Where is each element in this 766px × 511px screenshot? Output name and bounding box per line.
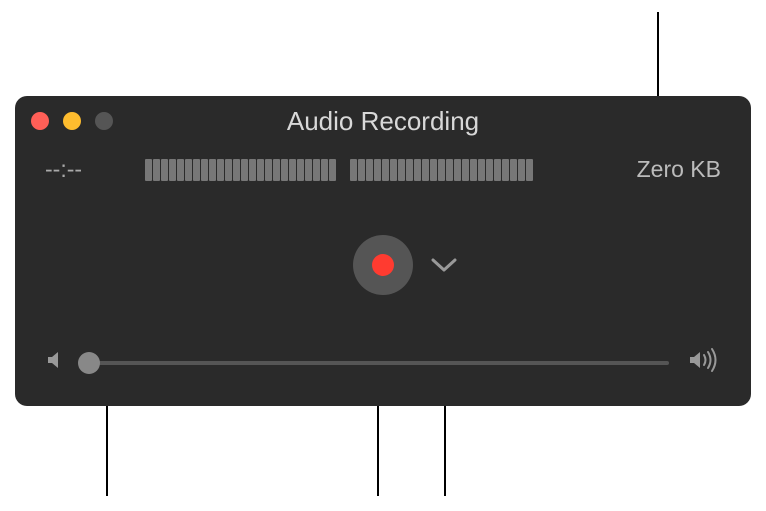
volume-row: [15, 347, 751, 378]
close-button[interactable]: [31, 112, 49, 130]
titlebar: Audio Recording: [15, 96, 751, 146]
window-title: Audio Recording: [15, 106, 751, 137]
volume-slider-thumb[interactable]: [78, 352, 100, 374]
filesize-display: Zero KB: [621, 156, 721, 183]
controls-row: [15, 235, 751, 295]
volume-slider[interactable]: [89, 361, 669, 365]
maximize-button[interactable]: [95, 112, 113, 130]
record-icon: [372, 254, 394, 276]
audio-recording-window: Audio Recording --:-- Zero KB: [15, 96, 751, 406]
traffic-lights: [31, 112, 113, 130]
record-button[interactable]: [353, 235, 413, 295]
speaker-low-icon: [45, 347, 71, 378]
chevron-down-icon: [431, 258, 457, 272]
speaker-high-icon: [687, 347, 721, 378]
options-menu-button[interactable]: [431, 258, 457, 272]
meter-row: --:-- Zero KB: [15, 146, 751, 183]
time-display: --:--: [45, 156, 125, 183]
minimize-button[interactable]: [63, 112, 81, 130]
audio-level-meter: [145, 157, 601, 183]
